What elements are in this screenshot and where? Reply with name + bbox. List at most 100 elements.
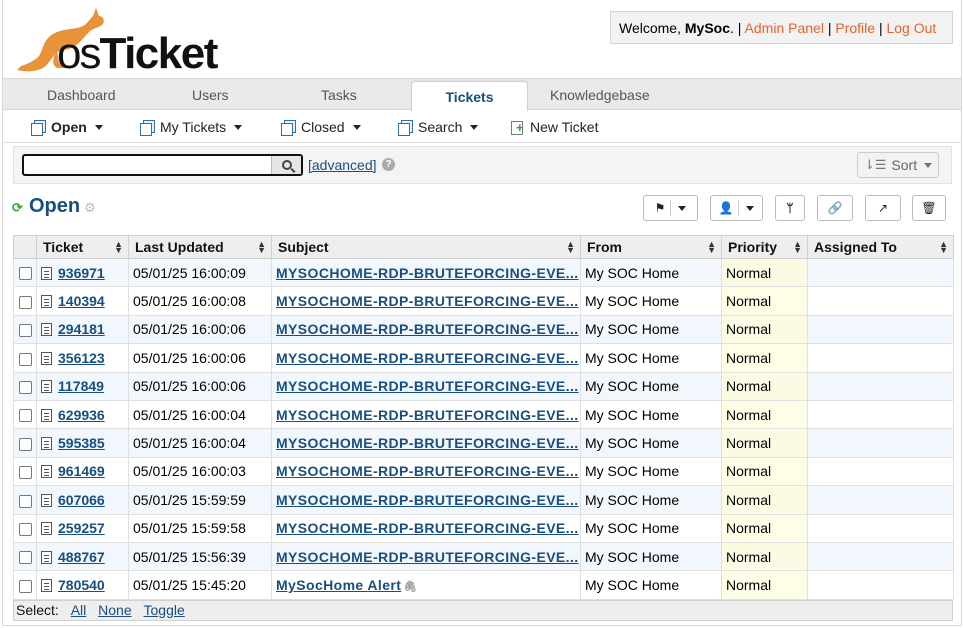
- row-checkbox[interactable]: [19, 352, 32, 366]
- refresh-icon[interactable]: ⟳: [12, 200, 23, 216]
- ticket-number-link[interactable]: 259257: [58, 520, 105, 536]
- subject-link[interactable]: MYSOCHOME-RDP-BRUTEFORCING-EVE...: [276, 378, 579, 394]
- ticket-number-link[interactable]: 140394: [58, 293, 105, 309]
- column-header-priority[interactable]: Priority ▲ ▼: [721, 235, 808, 259]
- row-checkbox[interactable]: [19, 466, 32, 480]
- ticket-number-link[interactable]: 294181: [58, 321, 105, 337]
- main-nav-tabs: Dashboard Users Tasks Tickets Knowledgeb…: [3, 78, 961, 112]
- table-row[interactable]: 140394 05/01/25 16:00:08 MYSOCHOME-RDP-BRU…: [13, 286, 954, 316]
- row-checkbox[interactable]: [19, 494, 32, 508]
- table-row[interactable]: 629936 05/01/25 16:00:04 MYSOCHOME-RDP-BRU…: [13, 399, 954, 430]
- table-row[interactable]: 961469 05/01/25 16:00:03 MYSOCHOME-RDP-BRU…: [13, 456, 954, 487]
- subject-link[interactable]: MYSOCHOME-RDP-BRUTEFORCING-EVE...: [276, 293, 579, 309]
- transfer-button[interactable]: ↗: [865, 195, 901, 221]
- ticket-preview-icon[interactable]: [41, 295, 52, 309]
- ticket-number-link[interactable]: 961469: [58, 463, 105, 479]
- subnav-closed[interactable]: Closed: [281, 119, 361, 136]
- subject-link[interactable]: MySocHome Alert: [276, 577, 401, 593]
- tab-knowledgebase[interactable]: Knowledgebase: [550, 87, 650, 103]
- subject-link[interactable]: MYSOCHOME-RDP-BRUTEFORCING-EVE...: [276, 492, 579, 508]
- ticket-preview-icon[interactable]: [41, 380, 52, 394]
- ticket-preview-icon[interactable]: [41, 522, 52, 536]
- flag-menu-button[interactable]: ⚑: [643, 195, 698, 221]
- delete-button[interactable]: 🗑: [912, 195, 946, 221]
- ticket-number-link[interactable]: 780540: [58, 577, 105, 593]
- table-row[interactable]: 259257 05/01/25 15:59:58 MYSOCHOME-RDP-BRU…: [13, 513, 954, 543]
- row-checkbox[interactable]: [19, 579, 32, 593]
- subnav-new-ticket[interactable]: New Ticket: [510, 119, 598, 135]
- table-row[interactable]: 356123 05/01/25 16:00:06 MYSOCHOME-RDP-BRU…: [13, 343, 954, 373]
- ticket-preview-icon[interactable]: [41, 578, 52, 592]
- osticket-logo[interactable]: osTicket: [13, 6, 223, 76]
- row-checkbox[interactable]: [19, 381, 32, 395]
- column-header-last-updated[interactable]: Last Updated ▲ ▼: [128, 235, 272, 259]
- row-checkbox[interactable]: [19, 267, 32, 281]
- subject-link[interactable]: MYSOCHOME-RDP-BRUTEFORCING-EVE...: [276, 407, 579, 423]
- search-input[interactable]: [22, 154, 303, 176]
- table-row[interactable]: 780540 05/01/25 15:45:20 MySocHome Alert 🖇 M…: [13, 570, 954, 600]
- subnav-my-tickets[interactable]: My Tickets: [140, 119, 243, 136]
- ticket-number-link[interactable]: 117849: [58, 378, 104, 394]
- sort-button[interactable]: ⇂☰ Sort: [857, 152, 939, 178]
- tab-dashboard[interactable]: Dashboard: [47, 87, 116, 103]
- select-none-link[interactable]: None: [98, 602, 131, 618]
- table-row[interactable]: 488767 05/01/25 15:56:39 MYSOCHOME-RDP-BRU…: [13, 541, 954, 572]
- ticket-number-link[interactable]: 936971: [58, 265, 105, 281]
- ticket-preview-icon[interactable]: [41, 493, 52, 507]
- subject-link[interactable]: MYSOCHOME-RDP-BRUTEFORCING-EVE...: [276, 435, 579, 451]
- assign-menu-button[interactable]: 👤: [710, 195, 763, 221]
- tab-users[interactable]: Users: [192, 87, 229, 103]
- logout-link[interactable]: Log Out: [886, 20, 936, 36]
- select-all-link[interactable]: All: [71, 602, 87, 618]
- row-checkbox[interactable]: [19, 324, 32, 338]
- subject-link[interactable]: MYSOCHOME-RDP-BRUTEFORCING-EVE...: [276, 265, 579, 281]
- ticket-number-link[interactable]: 595385: [58, 435, 105, 451]
- merge-button[interactable]: ᛘ: [775, 195, 805, 221]
- gear-icon[interactable]: ⚙: [84, 200, 96, 216]
- select-toggle-link[interactable]: Toggle: [144, 602, 185, 618]
- subject-link[interactable]: MYSOCHOME-RDP-BRUTEFORCING-EVE...: [276, 321, 579, 337]
- subnav-search[interactable]: Search: [398, 119, 479, 136]
- subject-link[interactable]: MYSOCHOME-RDP-BRUTEFORCING-EVE...: [276, 520, 579, 536]
- ticket-preview-icon[interactable]: [41, 266, 52, 280]
- ticket-number-link[interactable]: 356123: [58, 350, 105, 366]
- tab-tasks[interactable]: Tasks: [321, 87, 357, 103]
- column-header-assigned-to[interactable]: Assigned To ▲ ▼: [807, 235, 954, 259]
- row-checkbox[interactable]: [19, 295, 32, 309]
- subject-link[interactable]: MYSOCHOME-RDP-BRUTEFORCING-EVE...: [276, 463, 579, 479]
- select-column-header: [13, 235, 37, 259]
- ticket-number-link[interactable]: 629936: [58, 407, 105, 423]
- table-row[interactable]: 607066 05/01/25 15:59:59 MYSOCHOME-RDP-BRU…: [13, 485, 954, 515]
- ticket-preview-icon[interactable]: [41, 351, 52, 365]
- ticket-preview-icon[interactable]: [41, 323, 52, 337]
- ticket-number-link[interactable]: 607066: [58, 492, 105, 508]
- ticket-preview-icon[interactable]: [41, 408, 52, 422]
- column-header-subject[interactable]: Subject ▲ ▼: [271, 235, 581, 259]
- row-checkbox[interactable]: [19, 437, 32, 451]
- table-row[interactable]: 936971 05/01/25 16:00:09 MYSOCHOME-RDP-BRU…: [13, 257, 954, 288]
- column-header-ticket[interactable]: Ticket ▲ ▼: [36, 235, 129, 259]
- queue-title[interactable]: Open: [29, 195, 80, 218]
- table-row[interactable]: 294181 05/01/25 16:00:06 MYSOCHOME-RDP-BRU…: [13, 314, 954, 345]
- column-header-from[interactable]: From ▲ ▼: [580, 235, 722, 259]
- admin-panel-link[interactable]: Admin Panel: [745, 20, 824, 36]
- row-checkbox[interactable]: [19, 551, 32, 565]
- profile-link[interactable]: Profile: [835, 20, 875, 36]
- subnav-open[interactable]: Open: [31, 119, 103, 136]
- tab-tickets[interactable]: Tickets: [411, 81, 528, 112]
- link-button[interactable]: 🔗: [817, 195, 853, 221]
- table-row[interactable]: 117849 05/01/25 16:00:06 MYSOCHOME-RDP-BRU…: [13, 371, 954, 401]
- help-icon[interactable]: ?: [382, 158, 395, 171]
- tickets-icon: [398, 120, 413, 136]
- row-checkbox[interactable]: [19, 409, 32, 423]
- ticket-preview-icon[interactable]: [41, 465, 52, 479]
- ticket-preview-icon[interactable]: [41, 550, 52, 564]
- table-row[interactable]: 595385 05/01/25 16:00:04 MYSOCHOME-RDP-BRU…: [13, 428, 954, 458]
- row-checkbox[interactable]: [19, 523, 32, 536]
- ticket-number-link[interactable]: 488767: [58, 549, 105, 565]
- subject-link[interactable]: MYSOCHOME-RDP-BRUTEFORCING-EVE...: [276, 549, 579, 565]
- ticket-preview-icon[interactable]: [41, 437, 52, 451]
- advanced-search-link[interactable]: [advanced]: [308, 157, 377, 173]
- search-button[interactable]: [271, 156, 301, 174]
- subject-link[interactable]: MYSOCHOME-RDP-BRUTEFORCING-EVE...: [276, 350, 579, 366]
